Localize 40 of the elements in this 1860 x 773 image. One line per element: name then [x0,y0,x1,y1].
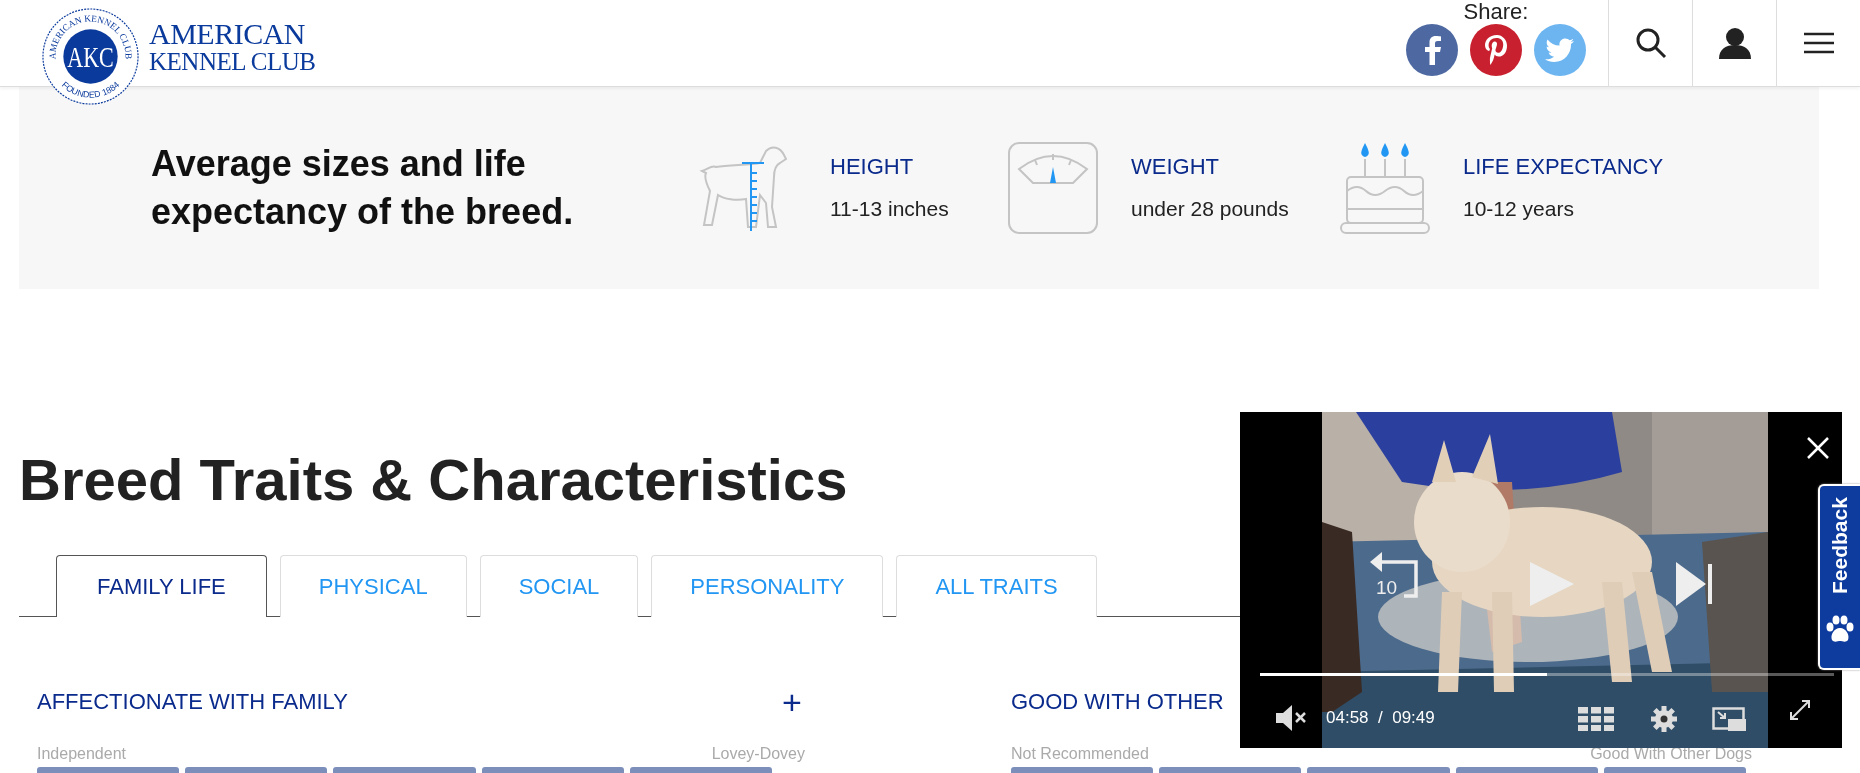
stat-label: WEIGHT [1131,153,1220,181]
search-icon [1634,27,1667,59]
trait-title: GOOD WITH OTHER [1011,689,1224,715]
scale-low-label: Independent [37,745,126,763]
logo-wordmark[interactable]: KENNEL CLUB [149,49,316,74]
stats-heading: Average sizes and life expectancy of the breed. [151,142,575,234]
rewind-button[interactable]: 10 [1370,552,1422,600]
next-button[interactable] [1676,562,1714,606]
bird-icon [1545,38,1575,62]
facebook-share-button[interactable] [1406,24,1458,76]
section-title: Breed Traits & Characteristics [19,446,848,514]
stat-label: HEIGHT [830,153,915,181]
trait-tab[interactable]: FAMILY LIFE [56,555,267,617]
feedback-tab[interactable]: Feedback [1818,484,1860,670]
share-label: Share: [1463,0,1529,24]
birthday-cake-icon [1339,141,1431,235]
stat-value: under 28 pounds [1131,196,1289,222]
stat-value: 11-13 inches [830,196,949,222]
trait-title: AFFECTIONATE WITH FAMILY [37,689,348,715]
stat-value: 10-12 years [1463,196,1575,222]
grid-icon[interactable] [1578,707,1614,731]
progress-bar[interactable] [1260,673,1834,676]
logo-wordmark[interactable]: AMERICAN [149,19,316,49]
muted-speaker-icon[interactable] [1276,705,1306,731]
picture-in-picture-icon[interactable] [1712,707,1746,731]
playback-time: 04:58 / 09:49 [1326,708,1435,728]
scale-icon [1007,141,1099,235]
pinterest-p-icon [1484,34,1508,66]
scale-low-label: Not Recommended [1011,745,1149,763]
facebook-f-icon [1422,35,1442,65]
person-icon [1717,27,1752,59]
expand-button[interactable]: + [777,687,807,717]
menu-icon [1803,32,1834,54]
close-button[interactable] [1806,436,1830,460]
pinterest-share-button[interactable] [1470,24,1522,76]
expand-icon[interactable] [1788,698,1812,722]
paw-icon [1825,614,1855,644]
scale-high-label: Lovey-Dovey [711,745,805,763]
stat-label: LIFE EXPECTANCY [1463,153,1664,181]
settings-icon[interactable] [1651,706,1677,732]
